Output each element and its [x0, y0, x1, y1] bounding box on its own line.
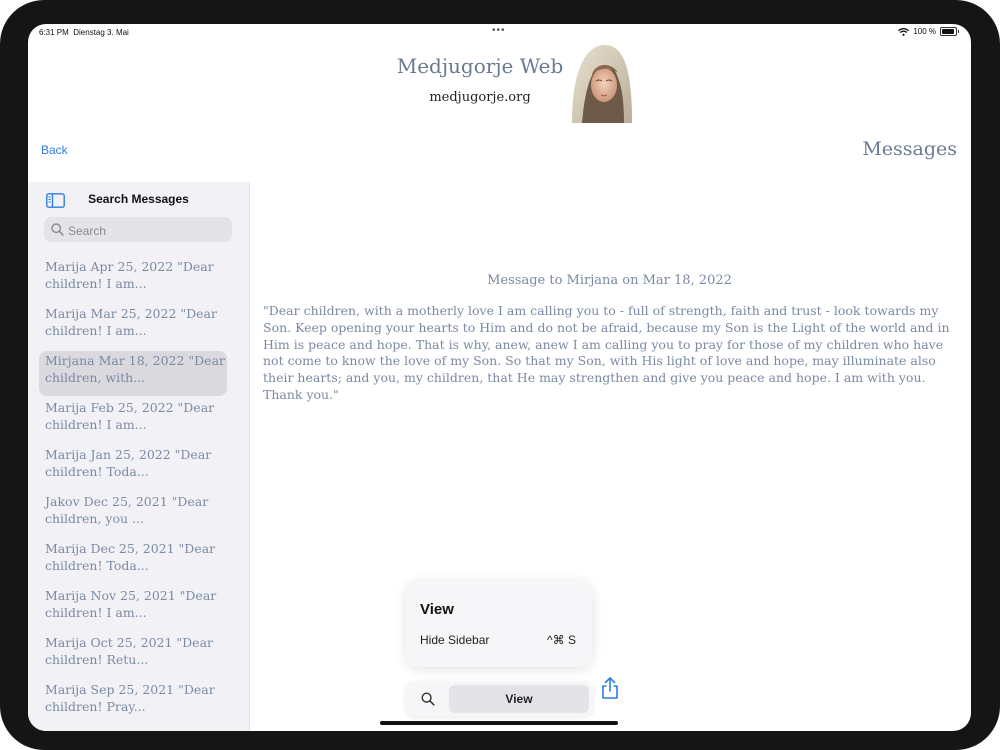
- bottom-bar: View: [406, 682, 592, 716]
- list-item[interactable]: Marija Oct 25, 2021 "Dear children! Retu…: [39, 633, 227, 678]
- sidebar-title: Search Messages: [88, 192, 189, 206]
- page-title: Messages: [862, 138, 957, 160]
- list-item-line1: Mirjana Mar 18, 2022 "Dear: [45, 353, 226, 368]
- list-item-line2: children! I am...: [45, 416, 147, 432]
- list-item[interactable]: Marija Jan 25, 2022 "Dear children! Toda…: [39, 445, 227, 490]
- hide-sidebar-shortcut: ^⌘ S: [547, 633, 576, 647]
- status-bar: 6:31 PM Dienstag 3. Mai ••• 100 %: [28, 24, 971, 42]
- list-item[interactable]: Marija Dec 25, 2021 "Dear children! Toda…: [39, 539, 227, 584]
- list-item-line1: Jakov Dec 25, 2021 "Dear: [45, 494, 209, 509]
- ipad-frame: 6:31 PM Dienstag 3. Mai ••• 100 % Medjug…: [0, 0, 1000, 750]
- list-item-line2: children! I am...: [45, 322, 147, 338]
- list-item-line1: Marija Feb 25, 2022 "Dear: [45, 400, 215, 415]
- list-item-line1: Marija Dec 25, 2021 "Dear: [45, 541, 216, 556]
- list-item[interactable]: Marija Sep 25, 2021 "Dear children! Pray…: [39, 680, 227, 725]
- list-item-line1: Marija Nov 25, 2021 "Dear: [45, 588, 217, 603]
- list-item[interactable]: Marija Mar 25, 2022 "Dear children! I am…: [39, 304, 227, 349]
- home-indicator[interactable]: [380, 721, 618, 725]
- list-item-line2: children! Toda...: [45, 557, 149, 573]
- wifi-icon: [898, 27, 910, 36]
- battery-tip: [958, 30, 959, 33]
- list-item-line2: children, with...: [45, 369, 146, 385]
- multitasking-dots[interactable]: •••: [492, 25, 506, 36]
- view-menu-popover: View Hide Sidebar ^⌘ S: [406, 581, 592, 667]
- status-time-text: 6:31 PM: [39, 28, 69, 37]
- message-body: "Dear children, with a motherly love I a…: [263, 303, 950, 402]
- list-item-line2: children! Pray...: [45, 698, 146, 714]
- sidebar: Search Messages Marija Apr 25, 2022 "Dea…: [28, 182, 250, 731]
- hide-sidebar-menu-item[interactable]: Hide Sidebar: [420, 633, 489, 647]
- search-icon: [51, 223, 64, 236]
- list-item[interactable]: Marija Feb 25, 2022 "Dear children! I am…: [39, 398, 227, 443]
- share-icon[interactable]: [600, 676, 620, 700]
- list-item-line1: Marija Apr 25, 2022 "Dear: [45, 259, 214, 274]
- madonna-portrait: [566, 39, 634, 123]
- status-time: 6:31 PM Dienstag 3. Mai: [39, 28, 129, 37]
- battery-percent: 100 %: [913, 27, 936, 36]
- list-item-selected[interactable]: Mirjana Mar 18, 2022 "Dear children, wit…: [39, 351, 227, 396]
- view-button[interactable]: View: [449, 685, 589, 713]
- list-item-line2: children, you ...: [45, 510, 144, 526]
- bottom-search-button[interactable]: [414, 690, 440, 708]
- list-item-line1: Marija Mar 25, 2022 "Dear: [45, 306, 217, 321]
- list-item-line1: Marija Jan 25, 2022 "Dear: [45, 447, 212, 462]
- search-icon: [421, 692, 435, 706]
- list-item-line1: Marija Sep 25, 2021 "Dear: [45, 682, 215, 697]
- message-heading: Message to Mirjana on Mar 18, 2022: [487, 273, 732, 288]
- status-date-text: Dienstag 3. Mai: [73, 28, 129, 37]
- screen: 6:31 PM Dienstag 3. Mai ••• 100 % Medjug…: [28, 24, 971, 731]
- view-menu-title: View: [420, 601, 454, 618]
- list-item-line2: children! I am...: [45, 275, 147, 291]
- list-item-line2: children! I am...: [45, 604, 147, 620]
- list-item[interactable]: Marija Nov 25, 2021 "Dear children! I am…: [39, 586, 227, 631]
- back-button[interactable]: Back: [41, 143, 68, 157]
- list-item-line1: Marija Oct 25, 2021 "Dear: [45, 635, 214, 650]
- list-item-line2: children! Toda...: [45, 463, 149, 479]
- status-right: 100 %: [898, 27, 959, 36]
- battery-icon: [940, 27, 957, 36]
- list-item[interactable]: Jakov Dec 25, 2021 "Dear children, you .…: [39, 492, 227, 537]
- search-input[interactable]: [66, 217, 230, 244]
- list-item-line2: children! Retu...: [45, 651, 149, 667]
- list-item[interactable]: Marija Apr 25, 2022 "Dear children! I am…: [39, 257, 227, 302]
- search-box[interactable]: [44, 217, 232, 244]
